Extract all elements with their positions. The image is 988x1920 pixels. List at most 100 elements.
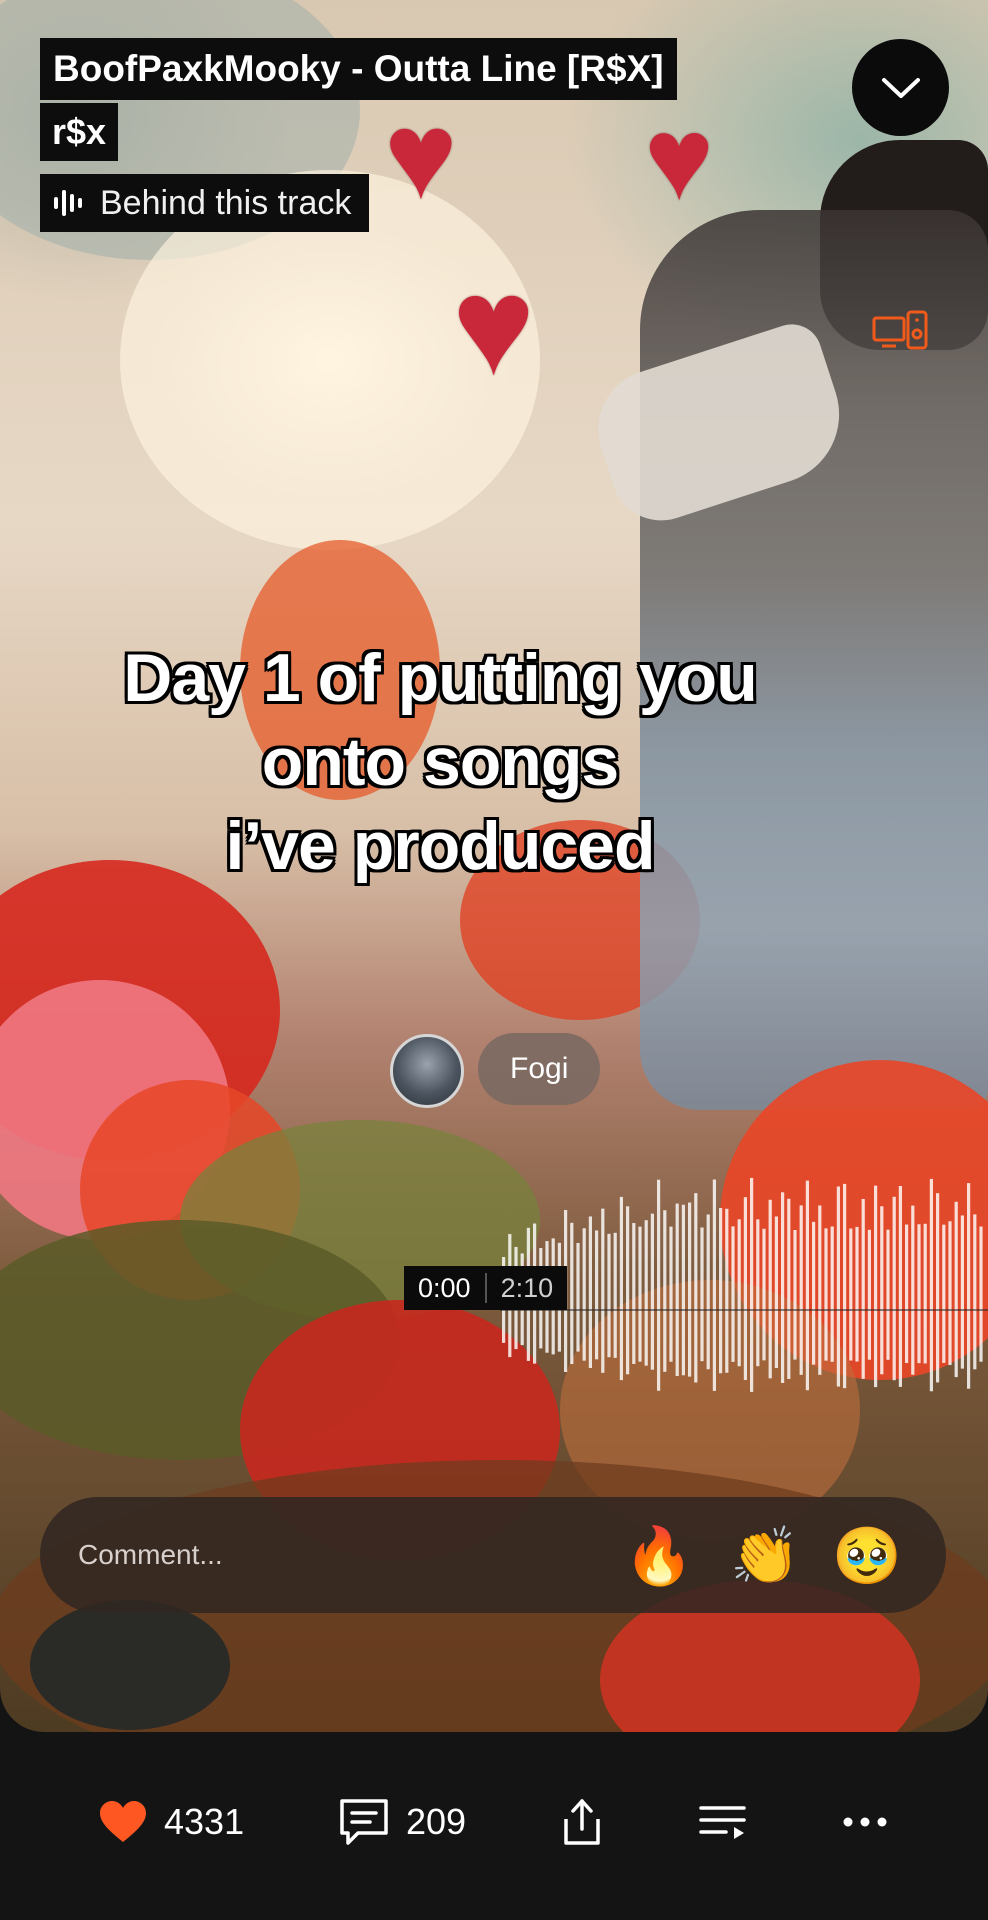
waveform-bar	[892, 1196, 896, 1381]
waveform-bar	[967, 1183, 971, 1389]
waveform-bar	[712, 1179, 716, 1391]
waveform-bar	[756, 1219, 760, 1367]
waveform-bar	[638, 1226, 642, 1362]
like-button[interactable]: 4331	[98, 1792, 244, 1852]
like-count: 4331	[164, 1801, 245, 1842]
waveform-bar	[657, 1179, 661, 1391]
waveform-bar	[805, 1180, 809, 1391]
waveform-bar	[973, 1214, 977, 1370]
waveform-bar	[836, 1186, 840, 1387]
waveform-bar	[923, 1223, 927, 1364]
queue-button[interactable]	[698, 1792, 748, 1852]
waveform-bar	[781, 1192, 785, 1383]
waveform-bar	[570, 1222, 574, 1365]
waveform-bar	[626, 1206, 630, 1375]
caption-line: Day 1 of putting you	[123, 640, 758, 716]
comment-bar: Comment... 🔥 👏 🥹	[40, 1497, 946, 1613]
waveform-bar	[619, 1196, 623, 1381]
clap-reaction-button[interactable]: 👏	[730, 1523, 800, 1589]
waveform-bar	[905, 1224, 909, 1363]
waveform-bar	[917, 1224, 921, 1364]
cast-icon[interactable]	[872, 310, 928, 352]
waveform-bar	[936, 1193, 940, 1383]
waveform-bar	[824, 1228, 828, 1361]
more-options-button[interactable]	[842, 1792, 888, 1852]
current-time: 0:00	[418, 1272, 471, 1303]
comment-count: 209	[406, 1801, 467, 1842]
waveform-bar	[743, 1197, 747, 1380]
waveform-bar	[774, 1216, 778, 1369]
waveform-bar	[706, 1214, 710, 1370]
waveform-bar	[681, 1204, 685, 1376]
waveform-bar	[601, 1208, 605, 1373]
waveform-bar	[694, 1193, 698, 1383]
heart-sticker: ♥	[384, 87, 458, 225]
waveform-bar	[843, 1183, 847, 1389]
chevron-down-icon	[881, 77, 920, 98]
waveform-bar	[793, 1229, 797, 1360]
more-icon	[843, 1817, 887, 1827]
waveform-bar	[588, 1216, 592, 1368]
waveform-bar	[582, 1228, 586, 1361]
waveform-bar	[607, 1233, 611, 1358]
waveform-bar	[898, 1186, 902, 1387]
waveform-bar	[799, 1205, 803, 1375]
waveform-bar	[650, 1213, 654, 1370]
waveform-bar	[632, 1223, 636, 1364]
track-title[interactable]: BoofPaxkMooky - Outta Line [R$X]	[40, 38, 677, 100]
caption-line: i’ve produced	[225, 808, 655, 884]
waveform-bar	[960, 1215, 964, 1369]
waveform-bar	[750, 1177, 754, 1392]
waveform-bar	[576, 1242, 580, 1352]
comments-button[interactable]: 209	[338, 1792, 466, 1852]
waveform-bar	[663, 1210, 667, 1372]
waveform-scrubber[interactable]	[500, 1120, 988, 1430]
time-divider	[484, 1273, 487, 1303]
heart-sticker: ♥	[452, 247, 536, 404]
waveform-bar	[867, 1229, 871, 1360]
total-duration: 2:10	[500, 1272, 554, 1303]
queue-icon	[699, 1806, 746, 1839]
waveform-bar	[812, 1221, 816, 1365]
video-caption: Day 1 of putting you onto songs i’ve pro…	[80, 636, 800, 888]
comment-icon	[340, 1799, 388, 1845]
waveform-bar	[849, 1228, 853, 1361]
teary-face-reaction-button[interactable]: 🥹	[832, 1523, 902, 1589]
commenter-name[interactable]: Fogi	[478, 1033, 601, 1105]
waveform-bar	[886, 1229, 890, 1360]
waveform-bar	[719, 1207, 723, 1374]
behind-this-track-button[interactable]: Behind this track	[40, 174, 370, 232]
waveform-bar	[595, 1230, 599, 1360]
waveform-bar	[880, 1206, 884, 1375]
waveform-bar	[731, 1226, 735, 1362]
waveform-bar	[954, 1201, 958, 1378]
caption-line: onto songs	[261, 724, 619, 800]
waveform-bar	[929, 1178, 933, 1392]
commenter-avatar[interactable]	[390, 1034, 464, 1108]
waveform-bar	[787, 1198, 791, 1379]
heart-icon	[100, 1801, 146, 1842]
waveform-bar	[725, 1208, 729, 1373]
waveform-bar	[948, 1221, 952, 1366]
behind-this-track-label: Behind this track	[100, 183, 352, 222]
share-button[interactable]	[560, 1792, 604, 1852]
waveform-bar	[688, 1202, 692, 1377]
waveform-bar	[613, 1232, 617, 1358]
waveform-bar	[861, 1198, 865, 1379]
waveform-bar	[762, 1228, 766, 1361]
time-display: 0:00 2:10	[404, 1266, 568, 1310]
waveform-bar	[675, 1203, 679, 1376]
share-icon	[564, 1799, 600, 1845]
waveform-bar	[942, 1224, 946, 1363]
waveform-bar	[700, 1227, 704, 1362]
waveform-bar	[818, 1205, 822, 1375]
waveform-bar	[855, 1226, 859, 1362]
collapse-button[interactable]	[852, 39, 949, 136]
fire-reaction-button[interactable]: 🔥	[624, 1523, 694, 1589]
waveform-bar	[669, 1226, 673, 1362]
artist-name[interactable]: r$x	[40, 103, 119, 161]
comment-input[interactable]: Comment...	[78, 1497, 223, 1613]
heart-sticker: ♥	[644, 93, 715, 225]
waveform-bar	[830, 1226, 834, 1362]
waveform-icon	[54, 188, 82, 218]
